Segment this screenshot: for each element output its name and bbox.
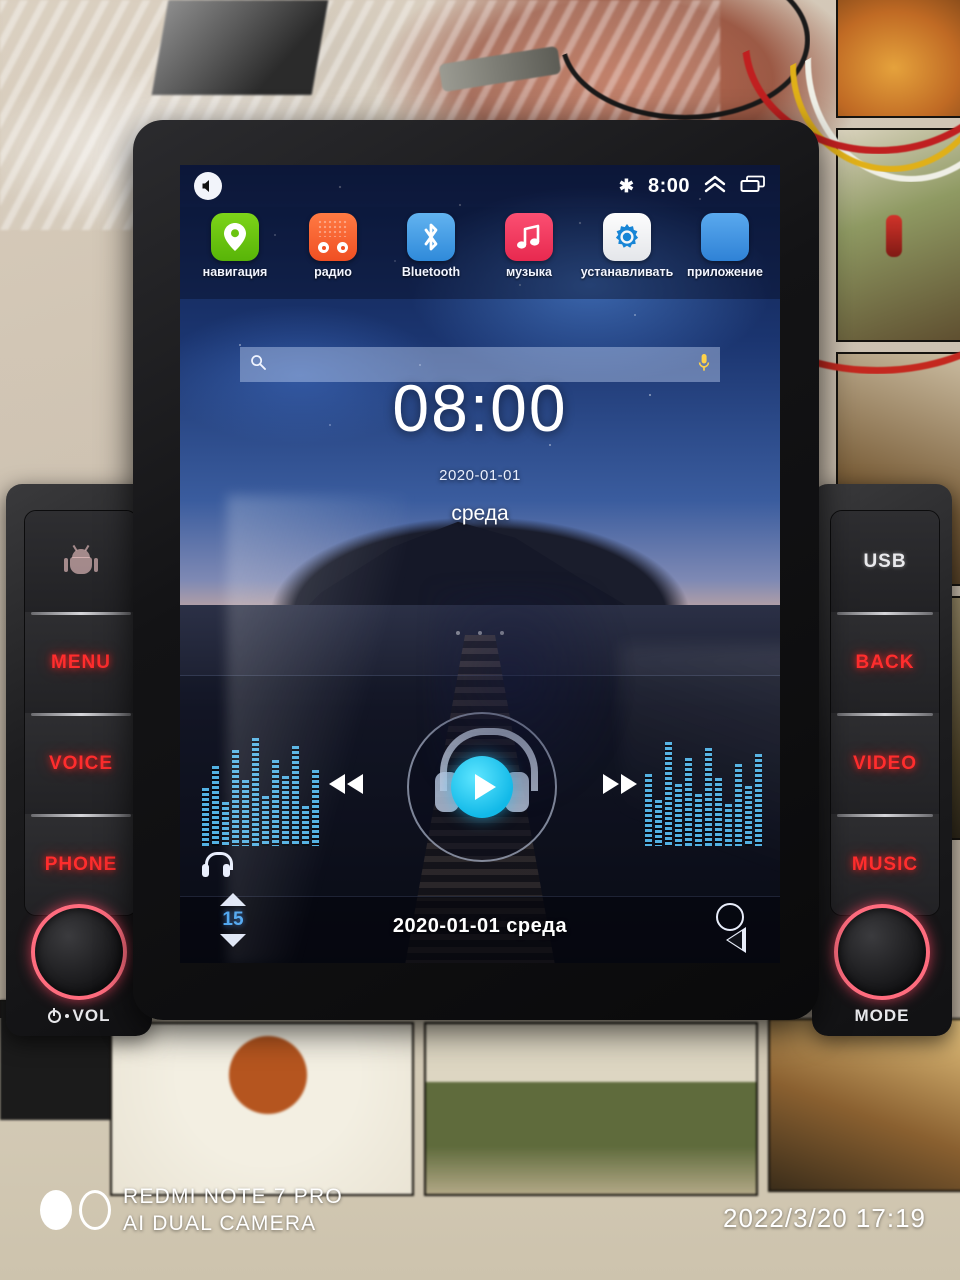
video-button[interactable]: VIDEO xyxy=(831,713,939,814)
phone-button[interactable]: PHONE xyxy=(25,814,137,915)
media-player-widget[interactable] xyxy=(180,675,780,898)
app-drawer[interactable]: приложение xyxy=(676,213,774,279)
left-control-panel: MENU VOICE PHONE VOL xyxy=(6,484,152,1036)
display-bezel: ✱ 8:00 навигация радио Bluetooth музыка … xyxy=(133,120,819,1020)
page-indicator xyxy=(180,631,780,635)
mode-knob-group[interactable]: MODE xyxy=(812,904,952,1026)
status-bar: ✱ 8:00 xyxy=(180,165,780,207)
recent-apps-icon[interactable] xyxy=(740,175,766,198)
power-icon xyxy=(47,1009,61,1023)
navigation-bar: 15 2020-01-01 среда xyxy=(180,893,780,963)
microphone-icon[interactable] xyxy=(698,353,710,376)
volume-up-icon[interactable] xyxy=(220,893,246,906)
status-bar-clock: 8:00 xyxy=(647,174,690,197)
app-shortcut-row: навигация радио Bluetooth музыка устанав… xyxy=(180,207,780,299)
volume-knob-group[interactable]: VOL xyxy=(6,904,152,1026)
watermark-timestamp: 2022/3/20 17:19 xyxy=(723,1203,926,1233)
clock-weekday: среда xyxy=(451,502,509,525)
touchscreen[interactable]: ✱ 8:00 навигация радио Bluetooth музыка … xyxy=(180,165,780,963)
metal-object xyxy=(151,0,329,95)
headphones-icon[interactable] xyxy=(202,852,233,878)
usb-button[interactable]: USB xyxy=(831,511,939,612)
volume-knob-text: VOL xyxy=(72,1006,111,1025)
android-button[interactable] xyxy=(25,511,137,612)
tablecloth-tile xyxy=(110,1022,414,1196)
app-settings-label: устанавливать xyxy=(580,265,674,279)
speaker-mute-icon[interactable] xyxy=(194,172,222,200)
tablecloth-tile xyxy=(768,1018,960,1192)
tablecloth-tile xyxy=(424,1022,758,1196)
watermark-text: REDMI NOTE 7 PRO AI DUAL CAMERA xyxy=(123,1183,343,1238)
bluetooth-icon: ✱ xyxy=(618,176,634,196)
play-icon[interactable] xyxy=(451,756,513,818)
status-bar-right: ✱ 8:00 xyxy=(619,175,766,198)
screenshot-root: MENU VOICE PHONE VOL USB BACK VIDEO MUSI… xyxy=(0,0,960,1280)
left-button-stack: MENU VOICE PHONE xyxy=(24,510,138,916)
music-button[interactable]: MUSIC xyxy=(831,814,939,915)
mode-knob-text: MODE xyxy=(854,1006,910,1025)
app-bluetooth-label: Bluetooth xyxy=(401,265,461,279)
navigation-icon xyxy=(211,213,259,261)
app-bluetooth[interactable]: Bluetooth xyxy=(382,213,480,279)
app-music[interactable]: музыка xyxy=(480,213,578,279)
right-button-stack: USB BACK VIDEO MUSIC xyxy=(830,510,940,916)
app-navigation-label: навигация xyxy=(202,265,268,279)
skip-previous-icon[interactable] xyxy=(326,771,366,803)
voice-button[interactable]: VOICE xyxy=(25,713,137,814)
android-icon xyxy=(64,544,98,577)
app-navigation[interactable]: навигация xyxy=(186,213,284,279)
camera-watermark: REDMI NOTE 7 PRO AI DUAL CAMERA xyxy=(40,1183,343,1238)
equalizer-right xyxy=(645,726,762,846)
menu-button[interactable]: MENU xyxy=(25,612,137,713)
settings-gear-icon xyxy=(603,213,651,261)
watermark-camera: AI DUAL CAMERA xyxy=(123,1212,317,1236)
equalizer-left xyxy=(202,726,319,846)
clock-widget[interactable]: 08:00 2020-01-01 среда xyxy=(180,375,780,526)
clock-date: 2020-01-01 xyxy=(439,467,521,484)
mode-knob[interactable] xyxy=(834,904,930,1000)
volume-knob-label: VOL xyxy=(6,1006,152,1026)
app-drawer-label: приложение xyxy=(687,265,763,279)
app-settings[interactable]: устанавливать xyxy=(578,213,676,279)
search-icon xyxy=(250,354,266,375)
navbar-datetime: 2020-01-01 среда xyxy=(392,915,568,937)
app-drawer-icon xyxy=(701,213,749,261)
app-music-label: музыка xyxy=(506,265,552,279)
app-radio[interactable]: радио xyxy=(284,213,382,279)
album-art-ring xyxy=(407,712,557,862)
dot-separator xyxy=(64,1014,69,1018)
music-icon xyxy=(505,213,553,261)
radio-icon xyxy=(309,213,357,261)
back-button[interactable]: BACK xyxy=(831,612,939,713)
clock-time: 08:00 xyxy=(392,371,568,445)
volume-knob[interactable] xyxy=(31,904,127,1000)
mode-knob-label: MODE xyxy=(812,1006,952,1026)
wire-connector xyxy=(886,215,902,257)
dual-lens-icon xyxy=(40,1190,111,1231)
watermark-device: REDMI NOTE 7 PRO xyxy=(123,1184,343,1208)
bluetooth-app-icon xyxy=(407,213,455,261)
skip-next-icon[interactable] xyxy=(600,771,640,803)
right-control-panel: USB BACK VIDEO MUSIC MODE xyxy=(812,484,952,1036)
app-radio-label: радио xyxy=(314,265,352,279)
back-triangle-inner xyxy=(728,931,742,949)
chevron-double-up-icon[interactable] xyxy=(704,175,726,198)
